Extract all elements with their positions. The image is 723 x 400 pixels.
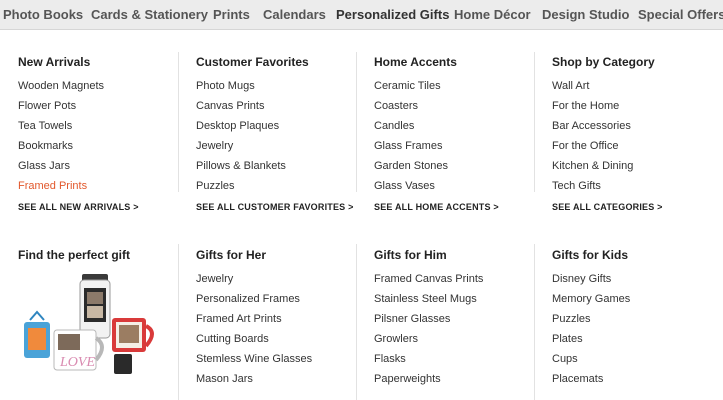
menu-link-glass-jars[interactable]: Glass Jars: [18, 159, 104, 179]
menu-link-photo-mugs[interactable]: Photo Mugs: [196, 79, 286, 99]
menu-link-cutting-boards[interactable]: Cutting Boards: [196, 332, 312, 352]
menu-link-plates[interactable]: Plates: [552, 332, 630, 352]
see-all-categories-link[interactable]: SEE ALL CATEGORIES >: [552, 202, 663, 212]
section-title: Gifts for Kids: [552, 248, 629, 262]
menu-link-framed-prints[interactable]: Framed Prints: [18, 179, 104, 199]
menu-link-disney-gifts[interactable]: Disney Gifts: [552, 272, 630, 292]
menu-link-pillows-blankets[interactable]: Pillows & Blankets: [196, 159, 286, 179]
menu-link-jewelry[interactable]: Jewelry: [196, 139, 286, 159]
top-navigation-bar: Photo Books Cards & Stationery Prints Ca…: [0, 0, 723, 30]
menu-link-jewelry[interactable]: Jewelry: [196, 272, 312, 292]
section-home-accents: Home Accents Ceramic Tiles Coasters Cand…: [374, 55, 544, 215]
see-all-home-accents-link[interactable]: SEE ALL HOME ACCENTS >: [374, 202, 499, 212]
menu-link-wall-art[interactable]: Wall Art: [552, 79, 633, 99]
nav-prints[interactable]: Prints: [213, 7, 250, 22]
section-title: Gifts for Him: [374, 248, 447, 262]
menu-link-personalized-frames[interactable]: Personalized Frames: [196, 292, 312, 312]
menu-link-stemless-wine-glasses[interactable]: Stemless Wine Glasses: [196, 352, 312, 372]
menu-link-bookmarks[interactable]: Bookmarks: [18, 139, 104, 159]
menu-link-tech-gifts[interactable]: Tech Gifts: [552, 179, 633, 199]
menu-link-growlers[interactable]: Growlers: [374, 332, 483, 352]
menu-link-cups[interactable]: Cups: [552, 352, 630, 372]
menu-link-pilsner-glasses[interactable]: Pilsner Glasses: [374, 312, 483, 332]
nav-photo-books[interactable]: Photo Books: [3, 7, 83, 22]
link-list: Wall Art For the Home Bar Accessories Fo…: [552, 79, 633, 199]
section-shop-by-category: Shop by Category Wall Art For the Home B…: [552, 55, 722, 215]
menu-link-for-the-home[interactable]: For the Home: [552, 99, 633, 119]
section-title: Find the perfect gift: [18, 248, 130, 262]
menu-link-glass-frames[interactable]: Glass Frames: [374, 139, 448, 159]
nav-home-decor[interactable]: Home Décor: [454, 7, 531, 22]
link-list: Photo Mugs Canvas Prints Desktop Plaques…: [196, 79, 286, 199]
section-title: Gifts for Her: [196, 248, 267, 262]
nav-special-offers[interactable]: Special Offers: [638, 7, 723, 22]
menu-link-paperweights[interactable]: Paperweights: [374, 372, 483, 392]
menu-link-canvas-prints[interactable]: Canvas Prints: [196, 99, 286, 119]
section-title: Home Accents: [374, 55, 457, 69]
menu-link-placemats[interactable]: Placemats: [552, 372, 630, 392]
mega-menu-dropdown: New Arrivals Wooden Magnets Flower Pots …: [0, 30, 723, 400]
menu-link-desktop-plaques[interactable]: Desktop Plaques: [196, 119, 286, 139]
gift-mugs-image[interactable]: LOVE: [20, 270, 160, 380]
nav-design-studio[interactable]: Design Studio: [542, 7, 629, 22]
menu-link-candles[interactable]: Candles: [374, 119, 448, 139]
menu-link-flasks[interactable]: Flasks: [374, 352, 483, 372]
link-list: Wooden Magnets Flower Pots Tea Towels Bo…: [18, 79, 104, 199]
nav-personalized-gifts[interactable]: Personalized Gifts: [336, 7, 449, 22]
menu-link-ceramic-tiles[interactable]: Ceramic Tiles: [374, 79, 448, 99]
menu-link-puzzles[interactable]: Puzzles: [552, 312, 630, 332]
see-all-new-arrivals-link[interactable]: SEE ALL NEW ARRIVALS >: [18, 202, 139, 212]
menu-link-glass-vases[interactable]: Glass Vases: [374, 179, 448, 199]
see-all-customer-favorites-link[interactable]: SEE ALL CUSTOMER FAVORITES >: [196, 202, 354, 212]
menu-link-puzzles[interactable]: Puzzles: [196, 179, 286, 199]
nav-calendars[interactable]: Calendars: [263, 7, 326, 22]
menu-link-memory-games[interactable]: Memory Games: [552, 292, 630, 312]
section-customer-favorites: Customer Favorites Photo Mugs Canvas Pri…: [196, 55, 366, 215]
menu-link-framed-art-prints[interactable]: Framed Art Prints: [196, 312, 312, 332]
link-list: Framed Canvas Prints Stainless Steel Mug…: [374, 272, 483, 392]
section-title: New Arrivals: [18, 55, 91, 69]
section-title: Shop by Category: [552, 55, 655, 69]
menu-link-kitchen-dining[interactable]: Kitchen & Dining: [552, 159, 633, 179]
menu-link-wooden-magnets[interactable]: Wooden Magnets: [18, 79, 104, 99]
menu-link-bar-accessories[interactable]: Bar Accessories: [552, 119, 633, 139]
menu-link-flower-pots[interactable]: Flower Pots: [18, 99, 104, 119]
section-gifts-for-kids: Gifts for Kids Disney Gifts Memory Games…: [552, 248, 722, 398]
section-gifts-for-him: Gifts for Him Framed Canvas Prints Stain…: [374, 248, 544, 398]
section-title: Customer Favorites: [196, 55, 309, 69]
link-list: Ceramic Tiles Coasters Candles Glass Fra…: [374, 79, 448, 199]
menu-link-framed-canvas-prints[interactable]: Framed Canvas Prints: [374, 272, 483, 292]
menu-link-garden-stones[interactable]: Garden Stones: [374, 159, 448, 179]
mug-text: LOVE: [59, 355, 95, 370]
menu-link-for-the-office[interactable]: For the Office: [552, 139, 633, 159]
section-gifts-for-her: Gifts for Her Jewelry Personalized Frame…: [196, 248, 366, 398]
menu-link-mason-jars[interactable]: Mason Jars: [196, 372, 312, 392]
link-list: Disney Gifts Memory Games Puzzles Plates…: [552, 272, 630, 392]
menu-link-tea-towels[interactable]: Tea Towels: [18, 119, 104, 139]
nav-cards-stationery[interactable]: Cards & Stationery: [91, 7, 208, 22]
menu-link-coasters[interactable]: Coasters: [374, 99, 448, 119]
section-new-arrivals: New Arrivals Wooden Magnets Flower Pots …: [18, 55, 188, 215]
menu-link-stainless-steel-mugs[interactable]: Stainless Steel Mugs: [374, 292, 483, 312]
link-list: Jewelry Personalized Frames Framed Art P…: [196, 272, 312, 392]
